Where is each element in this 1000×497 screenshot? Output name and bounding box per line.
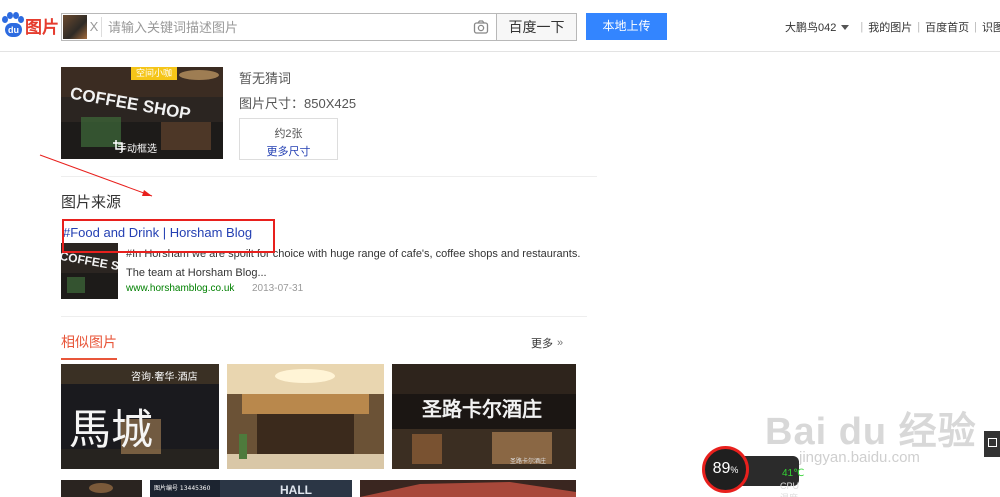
user-name[interactable]: 大鹏鸟042 [785,19,836,35]
source-date: 2013-07-31 [252,283,304,294]
similar-image-5[interactable]: 图片编号 13445360 HALL [150,480,352,497]
similar-images-title: 相似图片 [61,332,117,360]
search-button[interactable]: 百度一下 [497,13,577,41]
nav-baidu-home[interactable]: 百度首页 [925,19,969,35]
cpu-usage: 89% [712,460,739,477]
annotation-arrow [39,154,153,197]
more-label: 更多 [531,338,553,350]
chevron-double-right-icon: » [557,337,564,349]
thumb-big-text: 馬城 [69,405,153,454]
cpu-temp: 41℃ [782,468,805,479]
source-url[interactable]: www.horshamblog.co.uk [126,283,234,294]
nav-my-images[interactable]: 我的图片 [868,19,912,35]
external-icon [988,438,997,447]
watermark-url: jingyan.baidu.com [799,449,920,466]
divider [61,316,587,317]
size-box[interactable]: 约2张 更多尺寸 [239,118,338,160]
thumb-caption: 图片编号 13445360 [154,484,211,492]
similar-image-4[interactable] [61,480,142,497]
thumb-sign: HALL [280,483,312,497]
similar-image-6[interactable] [360,480,576,497]
thumb-caption: 圣路卡尔酒庄 [510,457,546,465]
cpu-usage-gauge: 89% [702,446,749,493]
similar-image-3[interactable]: 圣路卡尔酒庄 圣路卡尔酒庄 [392,364,576,469]
source-description-line: The team at Horsham Blog... [126,267,267,279]
upload-button[interactable]: 本地上传 [586,13,667,40]
cpu-label: CPU温度 [780,481,800,497]
side-toolbar-button[interactable] [984,431,1000,457]
cpu-monitor-widget[interactable]: 41℃ CPU温度 89% [702,446,804,497]
camera-icon[interactable] [473,19,489,35]
thumb-sign: 圣路卡尔酒庄 [422,397,542,421]
thumb-sign: 咨询·奢华·酒店 [131,370,198,383]
image-size: 图片尺寸：850X425 [239,96,357,111]
user-nav: 大鹏鸟042 | 我的图片 | 百度首页 | 识图插件 [785,19,1000,35]
guess-text: 暂无猜词 [239,71,292,86]
caret-down-icon[interactable] [841,24,850,30]
more-sizes-link[interactable]: 更多尺寸 [240,143,337,159]
similar-image-1[interactable]: 咨询·奢华·酒店 馬城 [61,364,219,469]
annotation-box [62,219,275,253]
size-count: 约2张 [274,128,303,140]
more-link[interactable]: 更多 » [531,335,563,351]
similar-image-2[interactable] [227,364,384,469]
nav-image-plugin[interactable]: 识图插件 [982,19,1000,35]
